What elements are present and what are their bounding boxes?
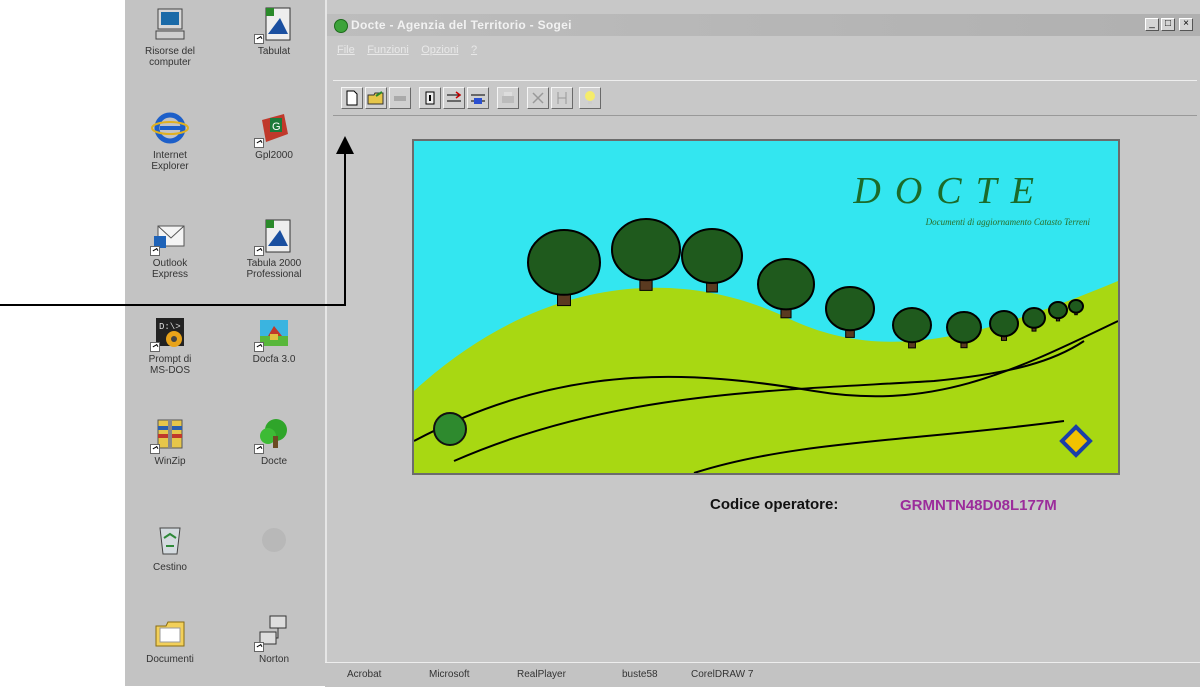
gpl2000-icon: G [254,108,294,148]
desktop-icon-internet-explorer[interactable]: Internet Explorer [129,108,211,172]
desktop-icon-label: Internet Explorer [151,150,189,172]
menu-funzioni[interactable]: Funzioni [367,44,409,56]
docte-icon [254,414,294,454]
toolbar [333,80,1197,116]
svg-text:G: G [272,121,281,133]
desktop-icon-recycle-bin[interactable]: Cestino [129,520,211,573]
taskbar-item[interactable]: CorelDRAW 7 [691,669,753,680]
taskbar-item[interactable]: Acrobat [347,669,381,680]
desktop-icon-docfa[interactable]: Docfa 3.0 [233,312,315,365]
delete-icon[interactable] [419,87,441,109]
taskbar-item[interactable]: RealPlayer [517,669,566,680]
desktop-icon-label: Gpl2000 [255,150,293,161]
import-icon[interactable] [443,87,465,109]
desktop-icon-label: Norton [258,654,289,665]
menu-help[interactable]: ? [471,44,477,56]
svg-text:D:\>: D:\> [159,322,181,332]
tree-crown [611,218,681,282]
menu-bar: File Funzioni Opzioni ? [337,40,485,56]
desktop-icon-tabula-2000[interactable]: Tabula 2000 Professional [233,216,315,280]
desktop-icon-label: Risorse del computer [144,46,196,68]
tree-crown [989,310,1019,338]
annotation-arrow-line [344,152,346,306]
taskbar-item[interactable]: buste58 [622,669,658,680]
menu-opzioni[interactable]: Opzioni [421,44,458,56]
operator-label: Codice operatore: [710,496,839,513]
desktop-icon-outlook-express[interactable]: Outlook Express [129,216,211,280]
quick-launch-bar: Acrobat Microsoft RealPlayer buste58 Cor… [325,662,1200,687]
desktop-icon-docte[interactable]: Docte [233,414,315,467]
my-computer-icon [150,4,190,44]
taskbar-item[interactable]: Microsoft [429,669,470,680]
splash-banner: DOCTE Documenti di aggiornamento Catasto… [412,139,1120,475]
tree-crown [527,229,601,296]
desktop-icon-winzip[interactable]: WinZip [129,414,211,467]
desktop-icon-documents[interactable]: Documenti [129,612,211,665]
merge-icon[interactable] [551,87,573,109]
tree-crown [946,311,982,344]
ms-dos-prompt-icon: D:\> [150,312,190,352]
title-bar[interactable]: Docte - Agenzia del Territorio - Sogei _… [327,14,1200,36]
tree-crown [1048,301,1068,320]
desktop-icon-norton[interactable]: Norton [233,612,315,665]
splash-brand: DOCTE [853,170,1048,212]
desktop-icon-label: Docfa 3.0 [252,354,296,365]
internet-explorer-icon [150,108,190,148]
desktop-icon-label: Outlook Express [151,258,189,280]
desktop-icon-label: Tabulat [257,46,291,57]
annotation-arrow-head [336,136,354,154]
desktop-icon-ms-dos[interactable]: D:\> Prompt di MS-DOS [129,312,211,376]
print-icon[interactable] [497,87,519,109]
desktop-icon-label: Tabula 2000 Professional [246,258,302,280]
tabulat-icon [254,4,294,44]
annotation-arrow-line [0,304,345,306]
desktop-icon-label: WinZip [154,456,186,467]
outlook-express-icon [150,216,190,256]
export-icon[interactable] [467,87,489,109]
menu-file[interactable]: File [337,44,355,56]
tree-crown [681,228,743,284]
maximize-button[interactable]: □ [1161,18,1175,31]
desktop-icon-my-computer[interactable]: Risorse del computer [129,4,211,68]
desktop-icon-label: Cestino [153,562,187,573]
tabula-2000-icon [254,216,294,256]
docfa-icon [254,312,294,352]
minimize-button[interactable]: _ [1145,18,1159,31]
lightbulb-icon[interactable] [579,87,601,109]
window-title: Docte - Agenzia del Territorio - Sogei [351,18,572,32]
tree-crown [1022,307,1046,329]
desktop: Risorse del computer Tabulat Internet Ex… [125,0,325,686]
cut-icon[interactable] [527,87,549,109]
documents-folder-icon [150,612,190,652]
desktop-icon-label: Documenti [146,654,194,665]
desktop-icon-label: Docte [260,456,288,467]
tree-crown [757,258,815,311]
disabled-tool-icon[interactable] [389,87,411,109]
tree-crown [892,307,932,344]
open-folder-icon[interactable] [365,87,387,109]
splash-subtitle: Documenti di aggiornamento Catasto Terre… [925,217,1090,227]
desktop-icon-tabulat[interactable]: Tabulat [233,4,315,57]
faded-icon-remnant [233,520,315,580]
operator-code: GRMNTN48D08L177M [900,497,1057,514]
emblem-icon [433,412,467,446]
app-window: Docte - Agenzia del Territorio - Sogei _… [325,0,1200,662]
new-document-icon[interactable] [341,87,363,109]
close-button[interactable]: × [1179,18,1193,31]
tree-crown [1068,299,1084,314]
desktop-icon-label: Prompt di MS-DOS [148,354,192,376]
tree-crown [825,286,875,332]
winzip-icon [150,414,190,454]
app-icon [334,19,348,33]
recycle-bin-icon [150,520,190,560]
desktop-icon-gpl2000[interactable]: G Gpl2000 [233,108,315,161]
norton-icon [254,612,294,652]
